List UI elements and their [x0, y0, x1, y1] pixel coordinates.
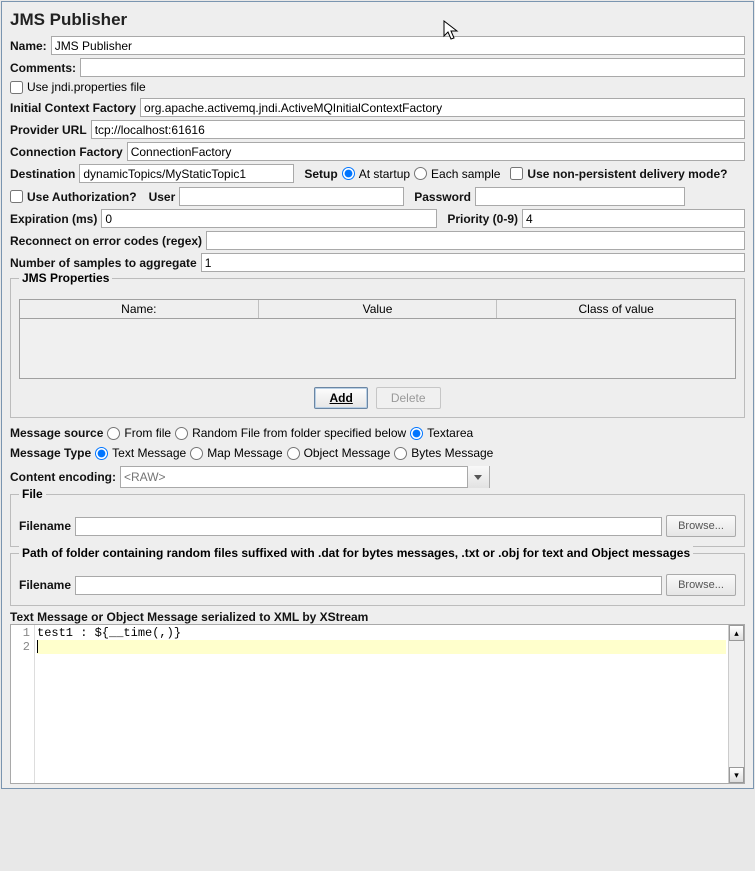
conn-factory-input[interactable]: [127, 142, 745, 161]
textmsg-editor[interactable]: 12 test1 : ${__time(,)} ▴ ▾: [10, 624, 745, 784]
folder-browse-button[interactable]: Browse...: [666, 574, 736, 596]
user-label: User: [149, 190, 176, 204]
file-legend: File: [19, 487, 46, 501]
setup-startup-radio[interactable]: [342, 167, 355, 180]
jms-properties-fieldset: JMS Properties Name: Value Class of valu…: [10, 278, 745, 418]
msg-type-map-radio[interactable]: [190, 447, 203, 460]
file-filename-label: Filename: [19, 519, 71, 533]
msg-source-file-radio[interactable]: [107, 427, 120, 440]
msg-type-label: Message Type: [10, 446, 91, 460]
expiration-input[interactable]: [101, 209, 437, 228]
panel-title: JMS Publisher: [10, 10, 745, 30]
editor-scrollbar[interactable]: ▴ ▾: [728, 625, 744, 783]
reconnect-label: Reconnect on error codes (regex): [10, 234, 202, 248]
aggregate-input[interactable]: [201, 253, 745, 272]
file-fieldset: File Filename Browse...: [10, 494, 745, 547]
provider-url-input[interactable]: [91, 120, 745, 139]
folder-filename-label: Filename: [19, 578, 71, 592]
provider-url-label: Provider URL: [10, 123, 87, 137]
folder-filename-input[interactable]: [75, 576, 662, 595]
icf-input[interactable]: [140, 98, 745, 117]
msg-type-bytes-radio[interactable]: [394, 447, 407, 460]
setup-label: Setup: [304, 167, 337, 181]
priority-label: Priority (0-9): [447, 212, 518, 226]
comments-label: Comments:: [10, 61, 76, 75]
msg-source-random-radio[interactable]: [175, 427, 188, 440]
nonpersist-checkbox[interactable]: [510, 167, 523, 180]
comments-input[interactable]: [80, 58, 745, 77]
code-line-2: [37, 640, 726, 654]
setup-eachsample-label: Each sample: [431, 167, 500, 181]
scroll-down-icon[interactable]: ▾: [729, 767, 744, 783]
delete-button: Delete: [376, 387, 441, 409]
msg-source-textarea-label: Textarea: [427, 426, 473, 440]
use-auth-label: Use Authorization?: [27, 190, 137, 204]
code-line-1: test1 : ${__time(,)}: [37, 626, 726, 640]
folder-legend: Path of folder containing random files s…: [19, 546, 693, 560]
add-button[interactable]: Add: [314, 387, 367, 409]
jms-col-class[interactable]: Class of value: [497, 300, 735, 318]
encoding-input[interactable]: [121, 467, 467, 487]
jms-col-value[interactable]: Value: [259, 300, 498, 318]
name-input[interactable]: [51, 36, 745, 55]
msg-type-object-radio[interactable]: [287, 447, 300, 460]
jms-col-name[interactable]: Name:: [20, 300, 259, 318]
textmsg-label: Text Message or Object Message serialize…: [10, 610, 368, 624]
password-label: Password: [414, 190, 471, 204]
encoding-label: Content encoding:: [10, 470, 116, 484]
conn-factory-label: Connection Factory: [10, 145, 123, 159]
destination-input[interactable]: [79, 164, 294, 183]
setup-eachsample-radio[interactable]: [414, 167, 427, 180]
nonpersist-label: Use non-persistent delivery mode?: [527, 167, 727, 181]
encoding-dropdown-button[interactable]: [467, 466, 489, 488]
file-browse-button[interactable]: Browse...: [666, 515, 736, 537]
folder-fieldset: Path of folder containing random files s…: [10, 553, 745, 606]
jms-properties-table[interactable]: Name: Value Class of value: [19, 299, 736, 379]
name-label: Name:: [10, 39, 47, 53]
password-input[interactable]: [475, 187, 685, 206]
use-jndi-label: Use jndi.properties file: [27, 80, 146, 94]
expiration-label: Expiration (ms): [10, 212, 97, 226]
msg-source-label: Message source: [10, 426, 103, 440]
editor-code[interactable]: test1 : ${__time(,)}: [35, 625, 728, 783]
msg-type-map-label: Map Message: [207, 446, 282, 460]
scroll-up-icon[interactable]: ▴: [729, 625, 744, 641]
msg-source-file-label: From file: [124, 426, 171, 440]
reconnect-input[interactable]: [206, 231, 745, 250]
msg-source-textarea-radio[interactable]: [410, 427, 423, 440]
chevron-down-icon: [474, 475, 482, 480]
priority-input[interactable]: [522, 209, 745, 228]
setup-startup-label: At startup: [359, 167, 410, 181]
use-jndi-checkbox[interactable]: [10, 81, 23, 94]
aggregate-label: Number of samples to aggregate: [10, 256, 197, 270]
use-auth-checkbox[interactable]: [10, 190, 23, 203]
icf-label: Initial Context Factory: [10, 101, 136, 115]
user-input[interactable]: [179, 187, 404, 206]
msg-type-text-radio[interactable]: [95, 447, 108, 460]
msg-source-random-label: Random File from folder specified below: [192, 426, 406, 440]
msg-type-object-label: Object Message: [304, 446, 391, 460]
jms-properties-legend: JMS Properties: [19, 271, 112, 285]
msg-type-text-label: Text Message: [112, 446, 186, 460]
encoding-combo[interactable]: [120, 466, 490, 488]
editor-gutter: 12: [11, 625, 35, 783]
file-filename-input[interactable]: [75, 517, 662, 536]
destination-label: Destination: [10, 167, 75, 181]
msg-type-bytes-label: Bytes Message: [411, 446, 493, 460]
